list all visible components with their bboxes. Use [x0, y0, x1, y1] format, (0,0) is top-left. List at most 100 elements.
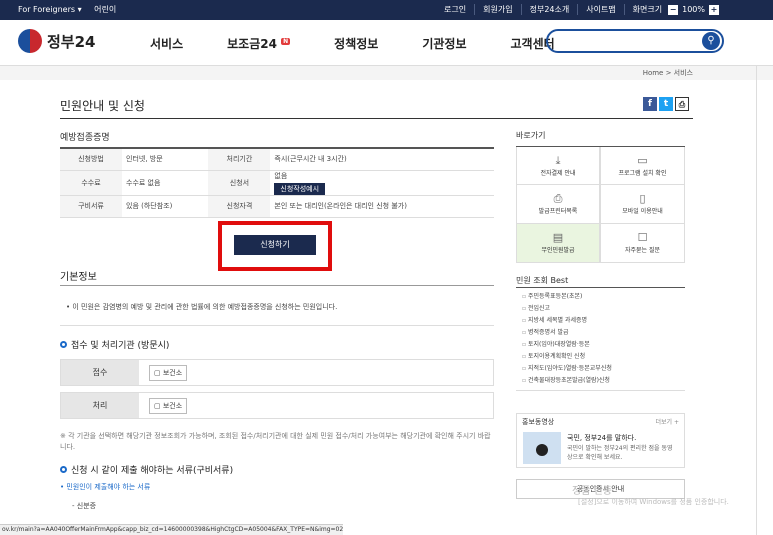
faq-icon: ☐	[637, 231, 648, 244]
windows-activation-subtext: [설정]으로 이동하여 Windows를 정품 인증합니다.	[578, 498, 729, 506]
table-header: 신청서	[208, 170, 271, 196]
status-bar-url: ov.kr/main?a=AA040OfferMainFrmApp&capp_b…	[0, 524, 343, 535]
site-logo[interactable]: 정부24	[18, 29, 95, 53]
table-cell: 수수료 없음	[122, 170, 209, 196]
quick-links-grid: ⤓ 전자결제 안내 ▭ 프로그램 설치 확인 ⎙ 발급프린터목록 ▯ 모바일 이용안내 …	[516, 146, 685, 263]
table-header: 신청자격	[208, 195, 271, 218]
menu-subsidy[interactable]: 보조금24 N	[227, 35, 291, 52]
table-cell: 본인 또는 대리인(온라인은 대리인 신청 불가)	[270, 195, 494, 218]
print-icon[interactable]: ⎙	[675, 97, 689, 111]
search-input[interactable]: ⚲	[546, 29, 724, 53]
table-header: 구비서류	[60, 195, 122, 218]
list-item[interactable]: 지방세 세목별 과세증명	[522, 315, 685, 327]
sitemap-link[interactable]: 사이트맵	[577, 4, 623, 15]
promo-description: 국민이 말하는 정부24의 편리한 점을 동영상으로 확인해 보세요.	[567, 445, 673, 461]
quick-link-kiosk[interactable]: ▤ 무인민원발급	[516, 224, 600, 263]
quick-link-label: 모바일 이용안내	[622, 208, 663, 215]
signup-link[interactable]: 회원가입	[474, 4, 520, 15]
zoom-out-button[interactable]: −	[668, 4, 679, 15]
quick-link-mobile[interactable]: ▯ 모바일 이용안내	[600, 185, 685, 224]
apply-button[interactable]: 신청하기	[234, 235, 316, 255]
table-cell: 있음 (하단참조)	[122, 195, 209, 218]
top-right-links: 로그인 회원가입 정부24소개 사이트맵 화면크기 − 100% +	[436, 4, 727, 15]
processing-title: 접수 및 처리기관 (방문시)	[60, 338, 169, 351]
documents-item: - 신분증	[72, 502, 97, 510]
menu-agency[interactable]: 기관정보	[422, 35, 466, 52]
quick-link-label: 무인민원발급	[541, 247, 575, 254]
processing-agency-button[interactable]: ▢ 보건소	[149, 398, 188, 414]
windows-activation-watermark: 정품 인증	[572, 486, 612, 497]
about-link[interactable]: 정부24소개	[520, 4, 578, 15]
breadcrumb: Home > 서비스	[642, 69, 693, 77]
download-icon: ⤓	[555, 154, 561, 167]
bullet-ring-icon	[60, 466, 67, 473]
bullet-ring-icon	[60, 341, 67, 348]
title-divider	[60, 118, 693, 119]
promo-video-box: 홍보동영상 더보기 + 국민, 정부24를 말하다. 국민이 말하는 정부24의…	[516, 413, 685, 468]
right-divider	[756, 66, 757, 535]
table-cell: 없음 신청작성예시	[270, 170, 494, 196]
reception-agency-label: 보건소	[162, 369, 183, 377]
list-item[interactable]: 지적도(임야도)열람·등본교부신청	[522, 363, 685, 375]
search-icon[interactable]: ⚲	[702, 32, 720, 50]
best-list: 주민등록표등본(초본) 전입신고 지방세 세목별 과세증명 병적증명서 발급 토…	[516, 287, 685, 391]
processing-title-text: 접수 및 처리기관 (방문시)	[71, 341, 170, 351]
quick-link-label: 전자결제 안내	[540, 170, 576, 177]
reception-label: 접수	[61, 360, 139, 385]
processing-row: 처리 ▢ 보건소	[60, 392, 494, 419]
table-header: 처리기간	[208, 148, 271, 171]
table-row: 구비서류 있음 (하단참조) 신청자격 본인 또는 대리인(온라인은 대리인 신…	[60, 195, 494, 218]
list-item[interactable]: 토지(임야)대장열람·등본	[522, 339, 685, 351]
twitter-icon[interactable]: t	[659, 97, 673, 111]
zoom-in-button[interactable]: +	[709, 4, 719, 15]
form-none-text: 없음	[274, 171, 288, 180]
promo-more-link[interactable]: 더보기 +	[656, 417, 680, 426]
list-item[interactable]: 건축물대장등초본발급(열람)신청	[522, 375, 685, 387]
for-foreigners-link[interactable]: For Foreigners ▾	[18, 5, 82, 14]
list-item[interactable]: 주민등록표등본(초본)	[522, 291, 685, 303]
quick-link-label: 프로그램 설치 확인	[618, 170, 667, 177]
reception-agency-button[interactable]: ▢ 보건소	[149, 365, 188, 381]
quick-link-label: 자주묻는 질문	[624, 247, 661, 254]
breadcrumb-bar: Home > 서비스	[0, 66, 773, 80]
quick-link-program[interactable]: ▭ 프로그램 설치 확인	[600, 147, 685, 185]
menu-policy[interactable]: 정책정보	[334, 35, 378, 52]
printer-icon: ⎙	[553, 192, 563, 205]
form-example-button[interactable]: 신청작성예시	[274, 182, 326, 195]
facebook-icon[interactable]: f	[643, 97, 657, 111]
service-info-table: 신청방법 인터넷, 방문 처리기간 즉시(근무시간 내 3시간) 수수료 수수료…	[60, 147, 494, 218]
page-title: 민원안내 및 신청	[60, 99, 145, 113]
quick-link-printer[interactable]: ⎙ 발급프린터목록	[516, 185, 600, 224]
zoom-value: 100%	[682, 5, 705, 14]
quick-link-faq[interactable]: ☐ 자주묻는 질문	[600, 224, 685, 263]
reception-row: 접수 ▢ 보건소	[60, 359, 494, 386]
processing-note: ※ 각 기관을 선택하면 해당기관 정보조회가 가능하며, 조회된 접수/처리기…	[60, 432, 491, 451]
table-cell: 즉시(근무시간 내 3시간)	[270, 148, 494, 171]
documents-link[interactable]: • 민원인이 제출해야 하는 서류	[60, 482, 150, 492]
table-header: 신청방법	[60, 148, 122, 171]
basic-info-title: 기본정보	[60, 272, 97, 283]
list-item[interactable]: 병적증명서 발급	[522, 327, 685, 339]
quick-link-payment[interactable]: ⤓ 전자결제 안내	[516, 147, 600, 185]
taegeuk-logo-icon	[18, 29, 42, 53]
processing-agency-label: 보건소	[162, 402, 183, 410]
checkbox-icon: ▢	[154, 369, 161, 377]
kids-link[interactable]: 어린이	[94, 5, 116, 14]
promo-title: 홍보동영상	[522, 418, 555, 426]
table-row: 수수료 수수료 없음 신청서 없음 신청작성예시	[60, 170, 494, 196]
monitor-icon: ▭	[637, 154, 648, 167]
global-nav: 정부24 서비스 보조금24 N 정책정보 기관정보 고객센터 ⚲	[0, 20, 773, 66]
screen-size-text: 화면크기	[632, 5, 663, 14]
logo-text: 정부24	[47, 32, 96, 51]
menu-service[interactable]: 서비스	[150, 35, 183, 52]
mobile-icon: ▯	[639, 192, 646, 205]
service-name: 예방접종증명	[60, 133, 110, 143]
list-item[interactable]: 전입신고	[522, 303, 685, 315]
list-item[interactable]: 토지이용계획확인 신청	[522, 351, 685, 363]
basic-info-notice: • 이 민원은 감염병의 예방 및 관리에 관한 법률에 의한 예방접종증명을 …	[60, 296, 494, 326]
quick-links-title: 바로가기	[516, 131, 546, 140]
play-icon[interactable]	[536, 444, 548, 456]
share-buttons: f t ⎙	[643, 97, 689, 111]
table-cell: 인터넷, 방문	[122, 148, 209, 171]
login-link[interactable]: 로그인	[436, 4, 474, 15]
